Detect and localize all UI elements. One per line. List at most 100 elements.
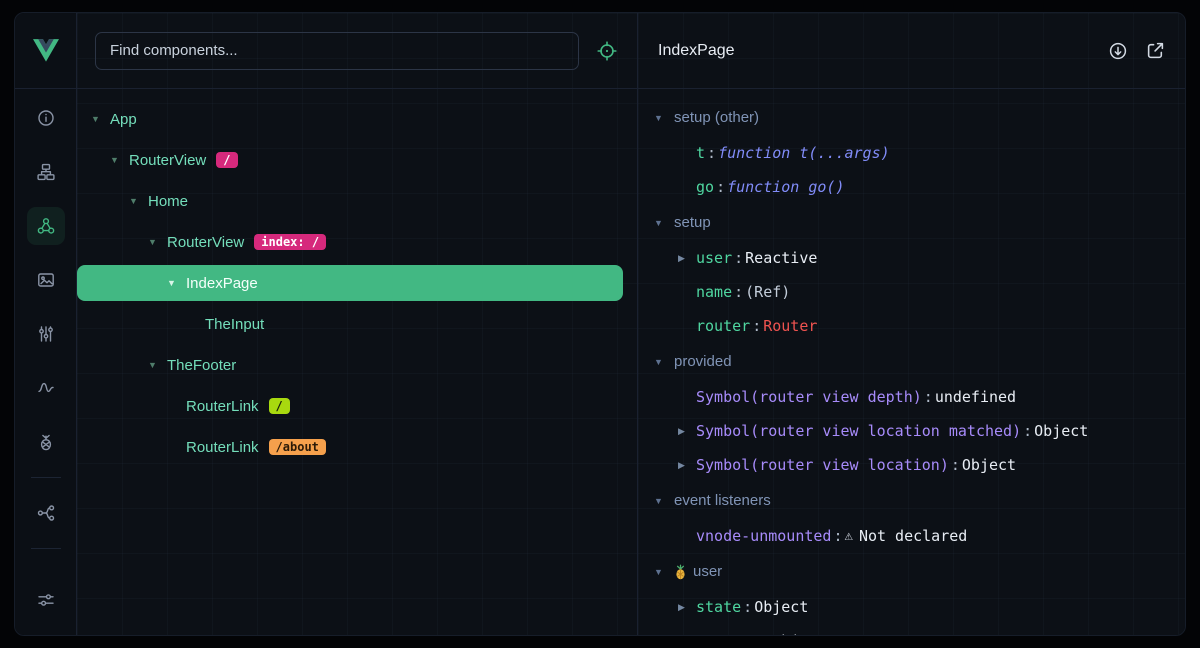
rail-item-settings[interactable] bbox=[27, 581, 65, 619]
inspector-row-t: t : function t(...args) bbox=[638, 136, 1185, 170]
caret-down-icon[interactable]: ▼ bbox=[91, 114, 110, 124]
rail-item-pinia[interactable] bbox=[27, 423, 65, 461]
section-label: provided bbox=[674, 353, 732, 370]
inspector-row-user[interactable]: ▶user : Reactive bbox=[638, 241, 1185, 275]
inspector-section: ▼provided Symbol(router view depth) : und… bbox=[638, 343, 1185, 482]
component-label: RouterLink bbox=[186, 439, 259, 456]
component-label: TheFooter bbox=[167, 357, 236, 374]
section-label: event listeners bbox=[674, 492, 771, 509]
component-label: RouterView bbox=[167, 234, 244, 251]
pinia-store-icon bbox=[674, 564, 687, 580]
inspector-section: ▼setup▶user : Reactivename : (Ref)router… bbox=[638, 204, 1185, 343]
property-key: t bbox=[696, 144, 705, 162]
caret-down-icon[interactable]: ▼ bbox=[167, 278, 186, 288]
rail-item-hooks[interactable] bbox=[27, 369, 65, 407]
tree-item-theinput[interactable]: TheInput bbox=[77, 306, 623, 342]
caret-down-icon: ▼ bbox=[654, 496, 666, 506]
inspector-row-symbol-router-view-location-[interactable]: ▶Symbol(router view location) : Object bbox=[638, 448, 1185, 482]
colon-separator: : bbox=[759, 632, 772, 635]
rail-item-components[interactable] bbox=[27, 207, 65, 245]
search-input[interactable] bbox=[95, 32, 579, 70]
property-value: Object bbox=[772, 632, 826, 635]
section-header-user[interactable]: ▼user bbox=[638, 553, 1185, 590]
caret-down-icon[interactable]: ▼ bbox=[110, 155, 129, 165]
route-badge: / bbox=[269, 398, 290, 414]
hierarchy-icon bbox=[37, 163, 55, 181]
components-toolbar bbox=[77, 13, 637, 89]
inspector-row-symbol-router-view-location-matched-[interactable]: ▶Symbol(router view location matched) : … bbox=[638, 414, 1185, 448]
inspector-section: ▼user▶state : Object▶getters : Object bbox=[638, 553, 1185, 635]
vue-logo bbox=[15, 13, 76, 89]
tree-item-app[interactable]: ▼App bbox=[77, 101, 623, 137]
colon-separator: : bbox=[949, 456, 962, 474]
caret-right-icon[interactable]: ▶ bbox=[678, 426, 696, 437]
warning-icon: ⚠ bbox=[845, 528, 853, 544]
caret-right-icon[interactable]: ▶ bbox=[678, 602, 696, 613]
property-key: user bbox=[696, 249, 732, 267]
rail-divider bbox=[31, 477, 61, 478]
component-tree: ▼App▼RouterView/▼Home▼RouterViewindex: /… bbox=[77, 89, 637, 635]
property-key: state bbox=[696, 598, 741, 616]
timeline-icon bbox=[37, 325, 55, 343]
info-icon bbox=[37, 109, 55, 127]
caret-down-icon: ▼ bbox=[654, 218, 666, 228]
caret-right-icon[interactable]: ▶ bbox=[678, 460, 696, 471]
rail-item-graph[interactable] bbox=[27, 494, 65, 532]
hooks-icon bbox=[37, 379, 55, 397]
scroll-to-component-icon[interactable] bbox=[1108, 41, 1128, 61]
colon-separator: : bbox=[705, 144, 718, 162]
inspector-section: ▼setup (other)t : function t(...args)go … bbox=[638, 99, 1185, 204]
tree-item-indexpage[interactable]: ▼IndexPage bbox=[77, 265, 623, 301]
pinia-icon bbox=[37, 433, 55, 451]
tree-item-thefooter[interactable]: ▼TheFooter bbox=[77, 347, 623, 383]
colon-separator: : bbox=[732, 283, 745, 301]
route-badge: / bbox=[216, 152, 237, 168]
caret-down-icon: ▼ bbox=[654, 113, 666, 123]
inspector-panel: IndexPage ▼setup (other)t : function t(.… bbox=[637, 13, 1185, 635]
colon-separator: : bbox=[750, 317, 763, 335]
section-header-setup-other-[interactable]: ▼setup (other) bbox=[638, 99, 1185, 136]
section-header-event-listeners[interactable]: ▼ event listeners bbox=[638, 482, 1185, 519]
tree-item-routerlink[interactable]: RouterLink/ bbox=[77, 388, 623, 424]
caret-right-icon[interactable]: ▶ bbox=[678, 253, 696, 264]
inspector-row-go: go : function go() bbox=[638, 170, 1185, 204]
rail-divider bbox=[31, 548, 61, 549]
rail-item-assets[interactable] bbox=[27, 261, 65, 299]
property-key: name bbox=[696, 283, 732, 301]
component-label: App bbox=[110, 111, 137, 128]
caret-down-icon[interactable]: ▼ bbox=[148, 237, 167, 247]
property-key: Symbol(router view location) bbox=[696, 456, 949, 474]
rail-item-hierarchy[interactable] bbox=[27, 153, 65, 191]
caret-down-icon[interactable]: ▼ bbox=[129, 196, 148, 206]
tree-item-home[interactable]: ▼Home bbox=[77, 183, 623, 219]
section-label: user bbox=[693, 563, 722, 580]
tree-item-routerview[interactable]: ▼RouterViewindex: / bbox=[77, 224, 623, 260]
property-value: undefined bbox=[935, 388, 1016, 406]
tree-item-routerview[interactable]: ▼RouterView/ bbox=[77, 142, 623, 178]
open-in-editor-icon[interactable] bbox=[1146, 41, 1165, 60]
property-value: Object bbox=[962, 456, 1016, 474]
caret-down-icon[interactable]: ▼ bbox=[148, 360, 167, 370]
property-key: Symbol(router view location matched) bbox=[696, 422, 1021, 440]
target-picker-icon[interactable] bbox=[597, 41, 617, 61]
search-box bbox=[95, 32, 579, 70]
inspector-row-getters[interactable]: ▶getters : Object bbox=[638, 624, 1185, 635]
colon-separator: : bbox=[732, 249, 745, 267]
tree-item-routerlink[interactable]: RouterLink/about bbox=[77, 429, 623, 465]
rail-item-timeline[interactable] bbox=[27, 315, 65, 353]
property-key: router bbox=[696, 317, 750, 335]
property-value: function go() bbox=[727, 178, 844, 196]
property-key: Symbol(router view depth) bbox=[696, 388, 922, 406]
section-header-provided[interactable]: ▼provided bbox=[638, 343, 1185, 380]
section-header-setup[interactable]: ▼setup bbox=[638, 204, 1185, 241]
property-key: getters bbox=[696, 632, 759, 635]
icon-rail-bottom bbox=[27, 581, 65, 635]
inspector-title: IndexPage bbox=[658, 42, 735, 60]
route-badge: /about bbox=[269, 439, 326, 455]
inspector-row-name: name : (Ref) bbox=[638, 275, 1185, 309]
property-value: Router bbox=[763, 317, 817, 335]
rail-item-info[interactable] bbox=[27, 99, 65, 137]
property-value: (Ref) bbox=[745, 283, 790, 301]
vue-devtools-window: ▼App▼RouterView/▼Home▼RouterViewindex: /… bbox=[14, 12, 1186, 636]
inspector-row-state[interactable]: ▶state : Object bbox=[638, 590, 1185, 624]
